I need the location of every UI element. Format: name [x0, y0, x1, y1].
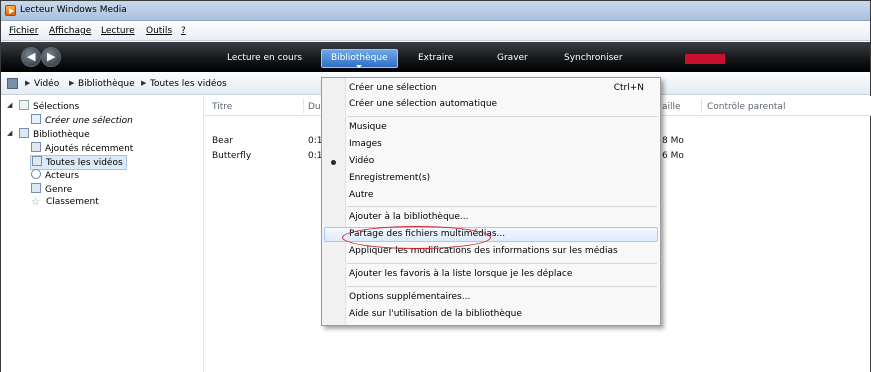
playlist-icon	[19, 100, 29, 110]
radio-check-icon	[331, 160, 336, 165]
menu-play[interactable]: Lecture	[101, 26, 135, 36]
menu-view[interactable]: Affichage	[49, 26, 91, 36]
column-divider[interactable]	[303, 99, 304, 113]
menu-item-music[interactable]: Musique	[349, 122, 387, 132]
media-player-icon	[5, 5, 16, 16]
chevron-right-icon: ▶	[69, 79, 75, 87]
menu-separator	[347, 286, 657, 287]
highlight-annotation-ellipse	[342, 226, 491, 249]
collapse-arrow-icon[interactable]: ◢	[7, 129, 12, 137]
menu-item-video[interactable]: Vidéo	[349, 156, 374, 166]
menu-separator	[347, 116, 657, 117]
menu-tools[interactable]: Outils	[146, 26, 172, 36]
tree-create-selection[interactable]: Créer une sélection	[31, 114, 133, 126]
row-title[interactable]: Bear	[212, 136, 233, 146]
menu-item-more-options[interactable]: Options supplémentaires...	[349, 292, 470, 302]
menu-item-add-to-library[interactable]: Ajouter à la bibliothèque...	[349, 212, 469, 222]
forward-button[interactable]: ▶	[41, 47, 61, 67]
tree-rating[interactable]: ☆ Classement	[31, 197, 99, 208]
column-duration[interactable]: Du	[308, 102, 321, 112]
video-icon	[32, 156, 42, 166]
menu-item-create-playlist[interactable]: Créer une sélection	[349, 83, 437, 93]
breadcrumb-library[interactable]: Bibliothèque	[78, 79, 135, 89]
row-size: 8 Mo	[662, 136, 684, 146]
library-dropdown-menu: Créer une sélection Ctrl+N Créer une sél…	[321, 77, 661, 326]
column-parental-control[interactable]: Contrôle parental	[707, 102, 785, 112]
menu-item-create-auto-playlist[interactable]: Créer une sélection automatique	[349, 99, 497, 109]
virgin-mega-logo[interactable]	[685, 54, 725, 64]
chevron-right-icon: ▶	[141, 79, 147, 87]
column-divider[interactable]	[701, 99, 702, 113]
breadcrumb-all-videos[interactable]: Toutes les vidéos	[150, 79, 227, 89]
tab-sync[interactable]: Synchroniser	[564, 53, 623, 63]
menu-item-pictures[interactable]: Images	[349, 139, 382, 149]
title-bar: Lecteur Windows Media	[1, 1, 870, 21]
genre-icon	[31, 183, 41, 193]
tab-library[interactable]: Bibliothèque	[321, 49, 398, 68]
new-playlist-icon	[31, 114, 41, 124]
tab-rip[interactable]: Extraire	[418, 53, 453, 63]
person-icon	[31, 169, 41, 179]
menu-gutter	[322, 78, 346, 325]
menu-item-recorded-tv[interactable]: Enregistrement(s)	[349, 173, 430, 183]
back-arrow-icon: ◀	[27, 50, 36, 63]
tree-library[interactable]: Bibliothèque	[19, 128, 90, 140]
menu-separator	[347, 206, 657, 207]
row-size: 6 Mo	[662, 151, 684, 161]
library-icon	[7, 78, 18, 89]
back-button[interactable]: ◀	[21, 47, 41, 67]
menu-item-add-favorites[interactable]: Ajouter les favoris à la liste lorsque j…	[349, 269, 572, 279]
menu-help[interactable]: ?	[181, 26, 186, 36]
library-icon	[19, 128, 29, 138]
tab-now-playing[interactable]: Lecture en cours	[227, 53, 302, 63]
chevron-right-icon: ▶	[25, 79, 31, 87]
menu-bar: Fichier Affichage Lecture Outils ?	[1, 21, 870, 41]
navigation-pane: ◢ Sélections Créer une sélection ◢ Bibli…	[1, 96, 203, 372]
menu-item-library-help[interactable]: Aide sur l'utilisation de la bibliothèqu…	[349, 309, 522, 319]
row-title[interactable]: Butterfly	[212, 151, 251, 161]
menu-file[interactable]: Fichier	[9, 26, 38, 36]
column-size[interactable]: aille	[662, 102, 681, 112]
menu-item-other[interactable]: Autre	[349, 190, 373, 200]
tree-actors[interactable]: Acteurs	[31, 169, 79, 181]
forward-arrow-icon: ▶	[47, 50, 56, 63]
tree-genre[interactable]: Genre	[31, 183, 72, 195]
column-title[interactable]: Titre	[212, 102, 232, 112]
breadcrumb-video[interactable]: Vidéo	[34, 79, 59, 89]
tree-all-videos[interactable]: Toutes les vidéos	[30, 155, 127, 170]
star-icon: ☆	[31, 197, 40, 208]
tab-burn[interactable]: Graver	[497, 53, 528, 63]
calendar-icon	[31, 142, 41, 152]
main-toolbar: ◀ ▶ Lecture en cours Bibliothèque Extrai…	[1, 42, 870, 72]
tree-selections[interactable]: Sélections	[19, 100, 79, 112]
menu-separator	[347, 263, 657, 264]
collapse-arrow-icon[interactable]: ◢	[7, 101, 12, 109]
window-title: Lecteur Windows Media	[20, 5, 127, 15]
menu-shortcut: Ctrl+N	[613, 83, 644, 93]
media-player-window: Lecteur Windows Media Fichier Affichage …	[0, 0, 871, 372]
tree-recently-added[interactable]: Ajoutés récemment	[31, 142, 133, 154]
